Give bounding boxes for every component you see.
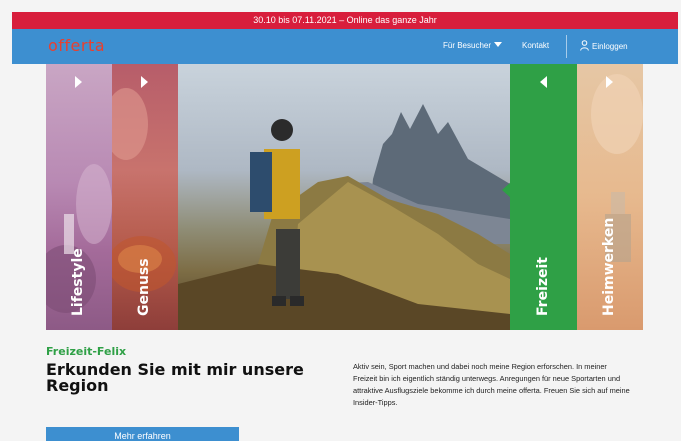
user-icon: [580, 40, 589, 51]
feature-category: Freizeit-Felix: [46, 345, 127, 358]
category-slider: Lifestyle Genuss Freizeit Heimwerken: [46, 64, 643, 330]
arrow-right-icon: [141, 76, 148, 88]
top-banner: 30.10 bis 07.11.2021 – Online das ganze …: [12, 12, 678, 29]
logo[interactable]: offerta: [48, 36, 105, 55]
panel-genuss[interactable]: Genuss: [112, 64, 178, 330]
arrow-right-icon: [606, 76, 613, 88]
panel-heimwerken[interactable]: Heimwerken: [577, 64, 643, 330]
more-button[interactable]: Mehr erfahren: [46, 427, 239, 441]
panel-freizeit-label: Freizeit: [534, 256, 551, 316]
feature-description: Aktiv sein, Sport machen und dabei noch …: [353, 362, 630, 407]
hero-image: [178, 64, 510, 330]
arrow-right-icon: [75, 76, 82, 88]
login-button[interactable]: Einloggen: [580, 40, 628, 53]
panel-lifestyle-label: Lifestyle: [70, 248, 86, 316]
banner-text: 30.10 bis 07.11.2021 – Online das ganze …: [253, 15, 437, 25]
nav-visitors-menu[interactable]: Für Besucher: [443, 40, 503, 52]
panel-genuss-label: Genuss: [136, 258, 152, 316]
feature-headline: Erkunden Sie mit mir unsere Region: [46, 360, 304, 395]
nav-contact-link[interactable]: Kontakt: [522, 40, 549, 52]
panel-lifestyle[interactable]: Lifestyle: [46, 64, 112, 330]
hiker-landscape-image: [178, 104, 510, 330]
panel-heimwerken-label: Heimwerken: [601, 217, 617, 316]
nav-visitors-label: Für Besucher: [443, 41, 492, 50]
panel-freizeit[interactable]: Freizeit: [510, 64, 577, 330]
navbar: offerta Für Besucher Kontakt Einloggen: [12, 29, 678, 64]
login-label: Einloggen: [592, 42, 628, 51]
arrow-left-icon: [539, 76, 547, 88]
nav-divider: [566, 35, 567, 58]
chevron-down-icon: [494, 42, 503, 47]
